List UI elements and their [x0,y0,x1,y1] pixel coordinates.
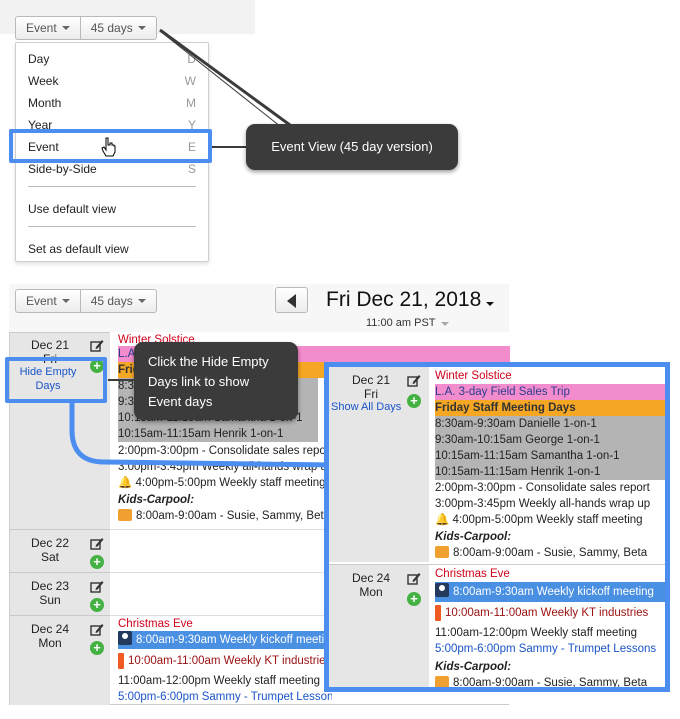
event-lesson[interactable]: 5:00pm-6:00pm Sammy - Trumpet Lessons [435,641,665,657]
day-date: Dec 21 [351,373,391,387]
show-all-days-link[interactable]: Show All Days [331,401,401,413]
event-holiday[interactable]: Winter Solstice [435,368,665,384]
event-holiday[interactable]: Christmas Eve [435,566,665,582]
color-accent [435,605,441,621]
event-carpool[interactable]: 8:00am-9:00am - Susie, Sammy, Beta [435,545,665,561]
event-meeting[interactable]: 10:15am-11:15am Samantha 1-on-1 [435,448,665,464]
event-meeting[interactable]: 8:30am-9:30am Danielle 1-on-1 [435,416,665,432]
event-task[interactable]: 2:00pm-3:00pm - Consolidate sales report [435,480,665,496]
day-of-week: Fri [364,387,378,401]
edit-icon[interactable] [407,374,421,387]
event-staff-days[interactable]: Friday Staff Meeting Days [435,400,665,416]
add-event-icon[interactable]: + [407,592,421,606]
event-reminder[interactable]: 🔔 4:00pm-5:00pm Weekly staff meeting [435,512,665,528]
day-column-dec21-zoom: Dec 21 Fri Show All Days + [329,367,429,562]
bus-icon [435,546,449,558]
zoomed-event-view: Dec 21 Fri Show All Days + Winter Solsti… [324,362,670,692]
event-kickoff[interactable]: 8:00am-9:30am Weekly kickoff meeting [435,582,665,602]
event-task[interactable]: 11:00am-12:00pm Weekly staff meeting [435,625,665,641]
event-meeting[interactable]: 10:15am-11:15am Henrik 1-on-1 [435,464,665,480]
edit-icon[interactable] [407,572,421,585]
event-carpool[interactable]: 8:00am-9:00am - Susie, Sammy, Beta [435,675,665,687]
event-meeting[interactable]: 9:30am-10:15am George 1-on-1 [435,432,665,448]
day-date: Dec 24 [351,571,391,585]
event-trip[interactable]: L.A. 3-day Field Sales Trip [435,384,665,400]
add-event-icon[interactable]: + [407,394,421,408]
person-icon [435,583,449,597]
day-of-week: Mon [359,585,383,599]
event-kt[interactable]: 10:00am-11:00am Weekly KT industries [435,605,665,621]
event-task[interactable]: 3:00pm-3:45pm Weekly all-hands wrap up [435,496,665,512]
carpool-label: Kids-Carpool: [435,531,512,543]
day-column-dec24-zoom: Dec 24 Mon + [329,565,429,687]
bell-icon: 🔔 [435,514,453,526]
carpool-label: Kids-Carpool: [435,661,512,673]
bus-icon [435,676,449,687]
